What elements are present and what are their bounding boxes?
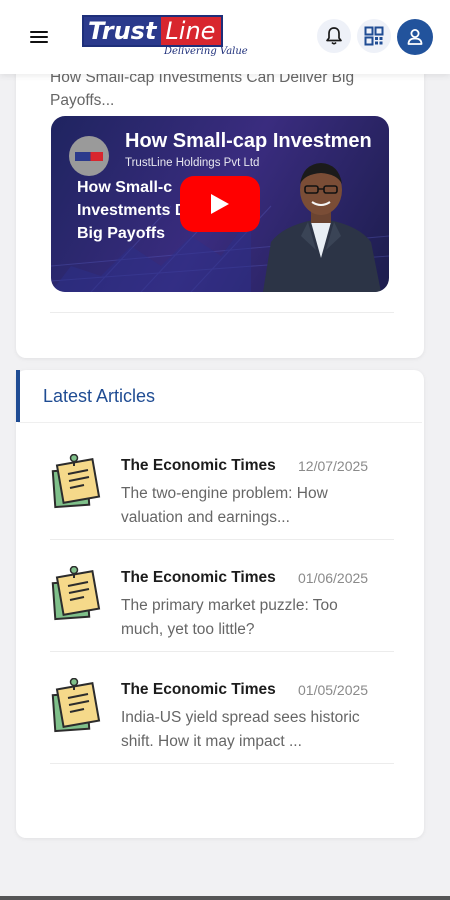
note-icon <box>51 454 101 509</box>
system-nav-bar <box>0 896 450 900</box>
youtube-play-icon <box>211 194 229 214</box>
video-thumbnail[interactable]: How Small-cap Investmen TrustLine Holdin… <box>51 116 389 292</box>
divider <box>50 312 394 313</box>
profile-button[interactable] <box>397 19 433 55</box>
article-source: The Economic Times <box>121 457 276 474</box>
user-icon <box>407 29 423 45</box>
logo-text-trust: Trust <box>84 17 162 45</box>
bell-icon <box>326 27 342 45</box>
article-item-1[interactable]: The Economic Times 12/07/2025 The two-en… <box>50 428 394 540</box>
youtube-play-button[interactable] <box>180 176 260 232</box>
qr-scan-button[interactable] <box>357 19 391 53</box>
notifications-button[interactable] <box>317 19 351 53</box>
trustline-logo[interactable]: Trust Line Delivering Value <box>82 15 248 59</box>
section-accent-bar <box>16 370 20 422</box>
article-summary: The primary market puzzle: Too much, yet… <box>121 597 338 638</box>
article-date: 12/07/2025 <box>298 458 369 474</box>
logo-text-line: Line <box>161 17 222 45</box>
divider <box>18 422 422 423</box>
hamburger-icon <box>30 31 48 33</box>
latest-articles-heading: Latest Articles <box>43 386 156 406</box>
article-item-2[interactable]: The Economic Times 01/06/2025 The primar… <box>50 540 394 652</box>
article-summary: The two-engine problem: How valuation an… <box>121 485 328 526</box>
article-source: The Economic Times <box>121 569 276 586</box>
article-date: 01/06/2025 <box>298 570 369 586</box>
logo-tagline: Delivering Value <box>164 46 248 57</box>
channel-logo <box>69 136 109 176</box>
note-icon <box>51 566 101 621</box>
article-source: The Economic Times <box>121 681 276 698</box>
app-header: Trust Line Delivering Value <box>0 0 450 74</box>
article-summary: India-US yield spread sees historic shif… <box>121 709 360 750</box>
article-item-3[interactable]: The Economic Times 01/05/2025 India-US y… <box>50 652 394 764</box>
qr-scan-icon <box>364 26 384 46</box>
channel-name: TrustLine Holdings Pvt Ltd <box>125 157 260 169</box>
divider <box>50 763 394 764</box>
hamburger-menu-button[interactable] <box>28 26 52 48</box>
note-icon <box>51 678 101 733</box>
article-date: 01/05/2025 <box>298 682 369 698</box>
presenter-image <box>263 163 381 292</box>
